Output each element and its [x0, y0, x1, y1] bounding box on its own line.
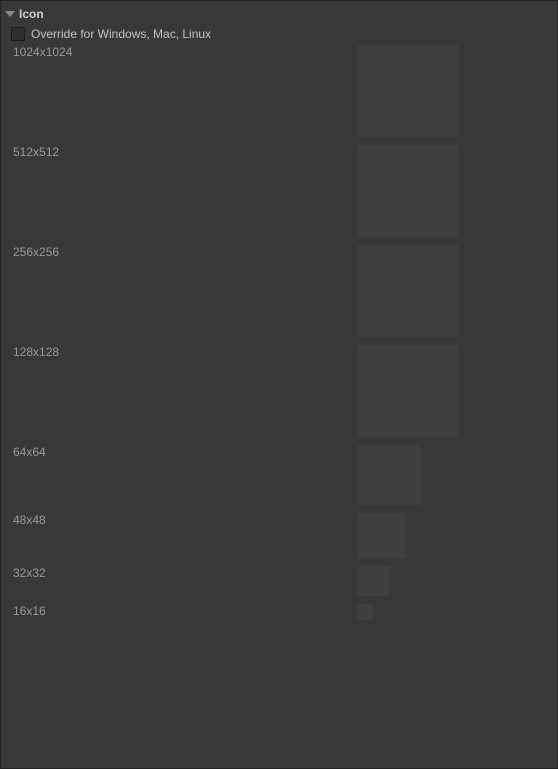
icon-preview-slot[interactable] — [358, 245, 458, 337]
icon-preview-slot[interactable] — [358, 345, 458, 437]
icon-preview-slot[interactable] — [358, 145, 458, 237]
foldout-arrow-icon — [5, 11, 15, 17]
icon-size-row: 256x256 — [13, 245, 555, 337]
icon-size-row: 64x64 — [13, 445, 555, 505]
icon-size-label: 16x16 — [13, 604, 358, 618]
icon-size-label: 128x128 — [13, 345, 358, 359]
icon-size-row: 128x128 — [13, 345, 555, 437]
icon-panel: Icon Override for Windows, Mac, Linux 10… — [1, 1, 557, 768]
icon-size-list: 1024x1024 512x512 256x256 128x128 64x64 … — [3, 45, 555, 620]
icon-size-label: 48x48 — [13, 513, 358, 527]
icon-preview-slot[interactable] — [358, 445, 422, 505]
icon-size-row: 512x512 — [13, 145, 555, 237]
icon-preview-slot[interactable] — [358, 604, 374, 620]
icon-preview-slot[interactable] — [358, 513, 406, 558]
icon-size-label: 64x64 — [13, 445, 358, 459]
icon-preview-slot[interactable] — [358, 45, 458, 137]
icon-size-label: 256x256 — [13, 245, 358, 259]
section-header[interactable]: Icon — [3, 3, 555, 25]
icon-size-row: 32x32 — [13, 566, 555, 596]
icon-size-row: 1024x1024 — [13, 45, 555, 137]
icon-size-label: 512x512 — [13, 145, 358, 159]
icon-size-label: 32x32 — [13, 566, 358, 580]
override-row: Override for Windows, Mac, Linux — [3, 25, 555, 45]
override-checkbox[interactable] — [11, 27, 25, 41]
section-title: Icon — [19, 7, 44, 21]
icon-size-row: 16x16 — [13, 604, 555, 620]
icon-size-label: 1024x1024 — [13, 45, 358, 59]
icon-preview-slot[interactable] — [358, 566, 390, 596]
override-label: Override for Windows, Mac, Linux — [31, 27, 211, 41]
icon-size-row: 48x48 — [13, 513, 555, 558]
